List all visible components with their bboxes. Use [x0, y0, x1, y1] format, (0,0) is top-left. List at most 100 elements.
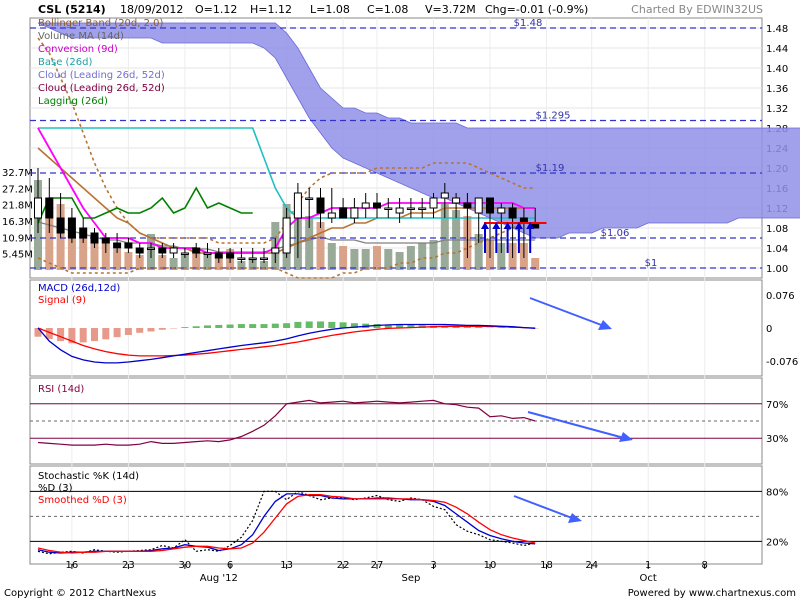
- candle-body: [474, 197, 483, 214]
- candle-body: [79, 227, 88, 239]
- ichimoku-cloud: [37, 22, 800, 239]
- legend-macd: MACD (26d,12d): [38, 283, 120, 294]
- candle-body: [90, 232, 99, 244]
- month-label: Sep: [401, 573, 420, 584]
- rsi-trend-arrow-head: [619, 432, 633, 442]
- macd-histogram-bar: [294, 321, 302, 328]
- macd-panel: 0.076 0 -0.076: [34, 291, 798, 368]
- x-tick-label: 10: [484, 560, 497, 571]
- footer-copyright: Copyright © 2012 ChartNexus: [4, 588, 156, 599]
- volume-bar: [373, 246, 381, 270]
- macd-histogram-bar: [57, 328, 65, 342]
- candle-body: [327, 212, 336, 219]
- candle-body: [406, 207, 415, 210]
- macd-histogram-bar: [102, 328, 110, 340]
- candle-body: [395, 207, 404, 214]
- candle-body: [316, 197, 325, 214]
- header-date: 18/09/2012: [120, 3, 183, 16]
- macd-histogram-bar: [463, 327, 471, 328]
- reference-line-label: $1: [645, 258, 658, 269]
- stoch-tick-label: 80%: [766, 487, 788, 498]
- footer-powered-by: Powered by www.chartnexus.com: [628, 588, 796, 599]
- volume-bar: [429, 240, 438, 270]
- candle-body: [101, 237, 110, 244]
- candle-body: [34, 197, 42, 219]
- macd-histogram-bar: [91, 328, 98, 342]
- candle-body: [350, 207, 359, 219]
- candle-body: [463, 202, 472, 209]
- macd-histogram-bar: [226, 324, 234, 328]
- rsi-tick-label: 30%: [766, 434, 788, 445]
- macd-histogram-bar: [260, 324, 268, 328]
- candle-body: [271, 247, 280, 254]
- price-tick-label: 1.48: [766, 24, 788, 35]
- macd-histogram-bar: [283, 323, 291, 328]
- macd-histogram-bar: [475, 327, 483, 328]
- candle-body: [147, 247, 155, 250]
- price-tick-label: 1.04: [766, 244, 788, 255]
- reference-line-label: $1.19: [536, 163, 565, 174]
- header-open: O=1.12: [195, 3, 237, 16]
- macd-histogram-bar: [113, 328, 121, 338]
- candle-body: [339, 207, 348, 219]
- macd-histogram-bar: [215, 324, 223, 328]
- chart-canvas: CSL (5214) 18/09/2012 O=1.12 H=1.12 L=1.…: [2, 3, 800, 599]
- macd-histogram-bar: [192, 326, 200, 328]
- legend-volume-ma: Volume MA (14d): [38, 31, 124, 42]
- charted-by: Charted By EDWIN32US: [631, 3, 763, 16]
- legend-stoch-smoothed: Smoothed %D (3): [38, 495, 127, 506]
- rsi-panel: 70% 30%: [30, 399, 788, 446]
- candle-body: [158, 247, 167, 254]
- candle-body: [497, 207, 506, 214]
- price-tick-label: 1.08: [766, 224, 788, 235]
- macd-histogram-bar: [181, 327, 189, 328]
- price-tick-label: 1.36: [766, 84, 788, 95]
- volume-bar: [327, 243, 336, 270]
- x-tick-label: 3: [430, 560, 436, 571]
- candle-body: [440, 192, 449, 199]
- header-low: L=1.08: [310, 3, 350, 16]
- volume-bar: [406, 246, 415, 270]
- legend-stoch-k: Stochastic %K (14d): [38, 471, 139, 482]
- stochastic-panel-frame: [29, 465, 763, 565]
- volume-bar: [361, 249, 370, 270]
- header-symbol: CSL (5214): [38, 3, 106, 16]
- candle-body: [305, 197, 314, 200]
- stock-chart: CSL (5214) 18/09/2012 O=1.12 H=1.12 L=1.…: [0, 0, 800, 600]
- x-tick-label: 23: [122, 560, 135, 571]
- legend-stoch-d: %D (3): [38, 483, 73, 494]
- candle-body: [124, 242, 133, 249]
- x-tick-label: 18: [540, 560, 553, 571]
- price-tick-label: 1.40: [766, 64, 788, 75]
- macd-histogram-bar: [339, 322, 347, 328]
- candle-body: [384, 207, 393, 210]
- candle-body: [508, 207, 517, 219]
- candle-body: [67, 217, 76, 239]
- macd-histogram-bar: [136, 328, 144, 333]
- candle-body: [429, 197, 438, 209]
- candle-body: [203, 252, 212, 255]
- candle-body: [214, 252, 223, 259]
- volume-bar: [395, 252, 404, 270]
- legend-rsi: RSI (14d): [38, 384, 84, 395]
- x-tick-label: 8: [702, 560, 708, 571]
- month-label: Aug '12: [200, 573, 238, 584]
- candle-body: [486, 197, 494, 214]
- x-tick-label: 22: [337, 560, 350, 571]
- macd-histogram-bar: [305, 321, 313, 328]
- volume-bar: [316, 222, 325, 270]
- legend-conversion: Conversion (9d): [38, 44, 118, 55]
- stoch-tick-label: 20%: [766, 537, 788, 548]
- macd-histogram-bar: [124, 328, 132, 335]
- reference-line-label: $1.48: [514, 18, 543, 29]
- candle-body: [113, 242, 122, 249]
- legend-cloud-1: Cloud (Leading 26d, 52d): [38, 70, 165, 81]
- x-tick-label: 30: [179, 560, 192, 571]
- macd-histogram-bar: [271, 323, 279, 328]
- volume-bar: [339, 246, 348, 270]
- month-label: Oct: [640, 573, 657, 584]
- rsi-trend-arrow: [527, 411, 625, 439]
- candle-body: [135, 247, 144, 254]
- candle-body: [452, 197, 461, 204]
- volume-tick-label: 5.45M: [2, 250, 33, 261]
